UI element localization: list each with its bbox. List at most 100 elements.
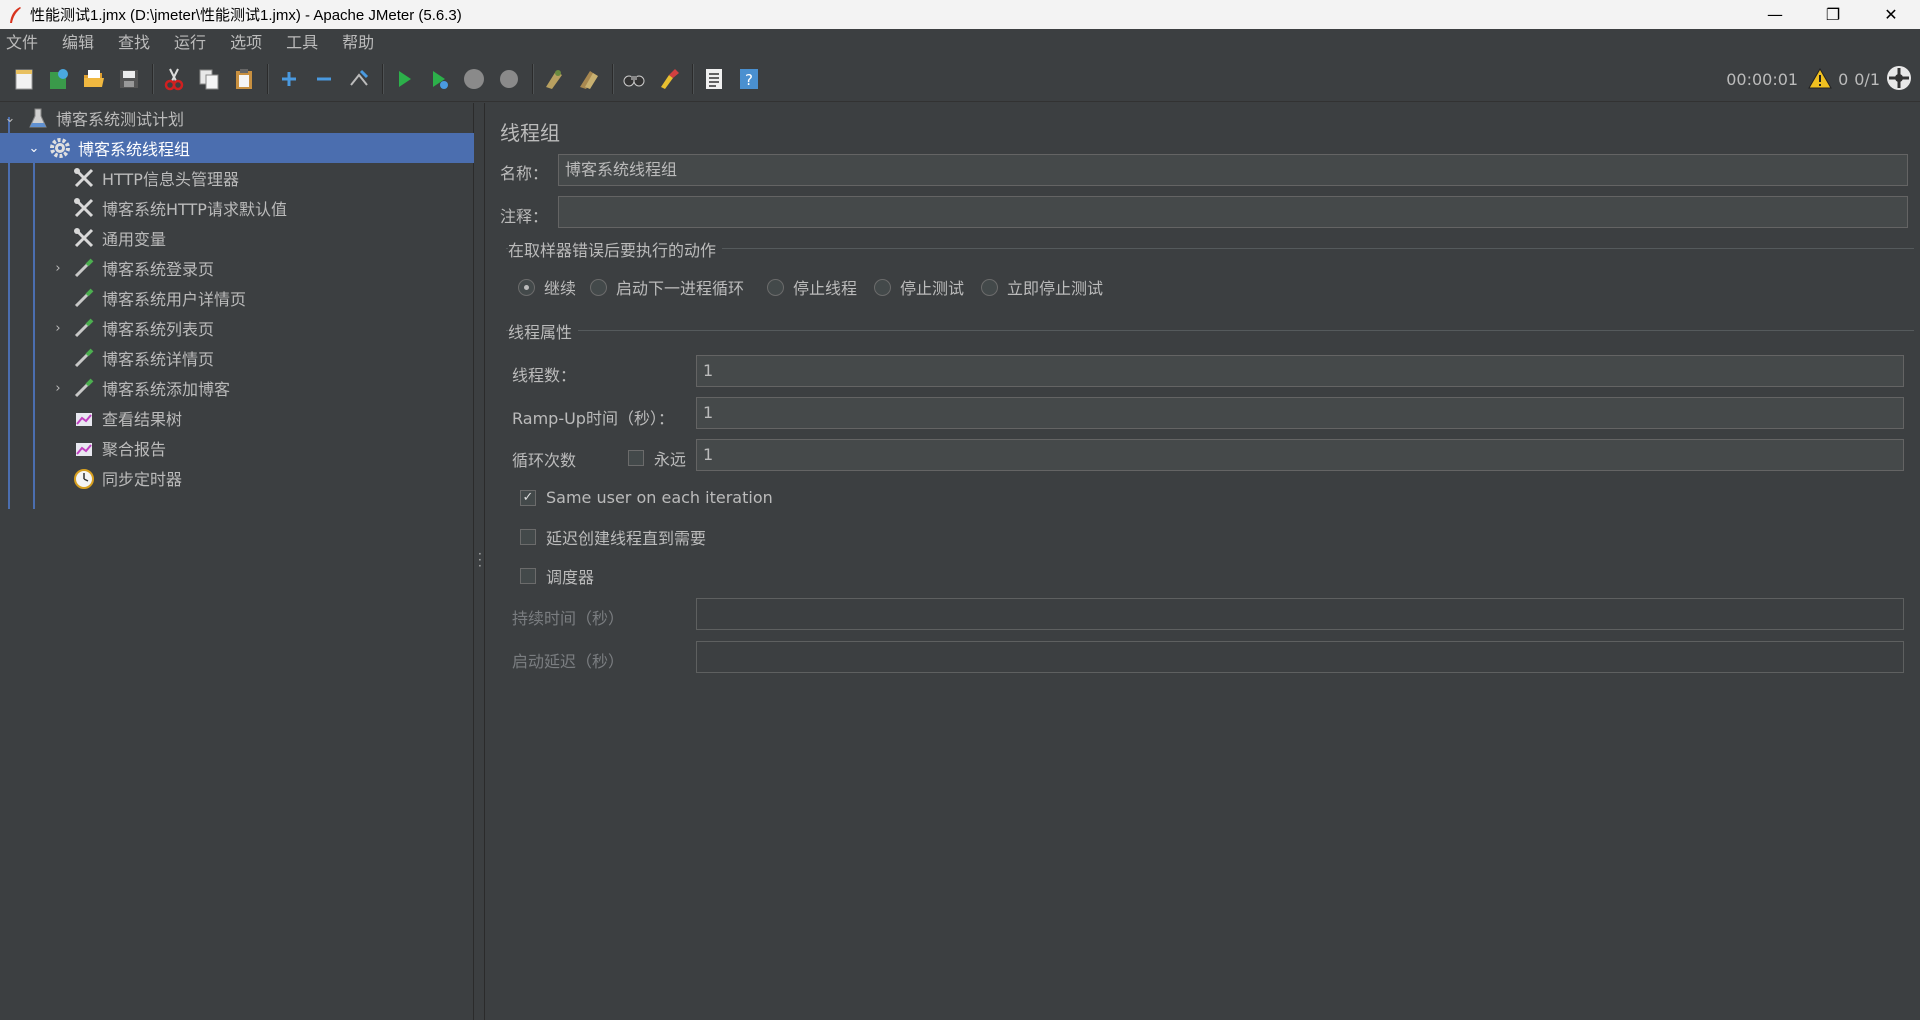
restore-button[interactable]: ❐: [1804, 0, 1862, 29]
chevron-right-icon[interactable]: ›: [50, 381, 66, 396]
rampup-input[interactable]: 1: [696, 397, 1904, 429]
help-icon[interactable]: ?: [733, 63, 765, 95]
gear-icon: [48, 136, 72, 160]
tree-item-user-variables[interactable]: 通用变量: [0, 223, 474, 253]
tree-item-login-page[interactable]: › 博客系统登录页: [0, 253, 474, 283]
chevron-right-icon[interactable]: ›: [50, 321, 66, 336]
radio-label: 继续: [544, 279, 577, 298]
menu-file[interactable]: 文件: [0, 29, 46, 57]
toggle-icon[interactable]: [343, 63, 375, 95]
menu-edit[interactable]: 编辑: [56, 29, 102, 57]
tree-item-user-detail-page[interactable]: 博客系统用户详情页: [0, 283, 474, 313]
tree-item-label: 博客系统HTTP请求默认值: [102, 200, 287, 219]
stop-icon[interactable]: [458, 63, 490, 95]
comment-input[interactable]: [558, 196, 1908, 228]
checkbox-label: 延迟创建线程直到需要: [546, 529, 707, 548]
tree-item-label: 博客系统详情页: [102, 350, 215, 369]
tree-item-http-defaults[interactable]: 博客系统HTTP请求默认值: [0, 193, 474, 223]
tree-item-label: 博客系统列表页: [102, 320, 215, 339]
chevron-down-icon[interactable]: ⌄: [26, 141, 42, 156]
tree-item-thread-group[interactable]: ⌄ 博客系统线程组: [0, 133, 474, 163]
pipette-icon: [72, 286, 96, 310]
warning-count: 0: [1838, 70, 1849, 89]
tree-item-aggregate-report[interactable]: 聚合报告: [0, 433, 474, 463]
thread-properties-section-title: 线程属性: [508, 319, 579, 343]
copy-icon[interactable]: [193, 63, 225, 95]
tree-item-result-tree[interactable]: 查看结果树: [0, 403, 474, 433]
radio-label: 停止测试: [900, 279, 965, 298]
cut-icon[interactable]: [158, 63, 190, 95]
delay-thread-creation-checkbox[interactable]: 延迟创建线程直到需要: [520, 525, 706, 549]
active-threads: 0/1: [1854, 70, 1880, 89]
tree-item-sync-timer[interactable]: 同步定时器: [0, 463, 474, 493]
clear-all-icon[interactable]: [573, 63, 605, 95]
open-icon[interactable]: [78, 63, 110, 95]
comment-label: 注释：: [500, 207, 549, 226]
search-icon[interactable]: [618, 63, 650, 95]
duration-label: 持续时间（秒）: [512, 609, 625, 628]
clear-icon[interactable]: [538, 63, 570, 95]
expand-all-icon[interactable]: [273, 63, 305, 95]
panel-splitter[interactable]: · · ·: [475, 103, 485, 1020]
wrench-icon: [72, 166, 96, 190]
radio-stop-test[interactable]: 停止测试: [874, 275, 964, 299]
tree-item-detail-page[interactable]: 博客系统详情页: [0, 343, 474, 373]
page-title: 线程组: [500, 121, 560, 145]
tree-item-label: 博客系统线程组: [78, 140, 191, 159]
pipette-icon: [72, 346, 96, 370]
radio-start-next-loop[interactable]: 启动下一进程循环: [590, 275, 744, 299]
new-icon[interactable]: [8, 63, 40, 95]
flask-icon: [26, 106, 50, 130]
chevron-down-icon[interactable]: ⌄: [2, 111, 18, 126]
menu-options[interactable]: 选项: [224, 29, 270, 57]
toolbar-separator: [382, 64, 384, 94]
collapse-all-icon[interactable]: [308, 63, 340, 95]
forever-checkbox[interactable]: 永远: [628, 446, 686, 470]
save-icon[interactable]: [113, 63, 145, 95]
name-input[interactable]: 博客系统线程组: [558, 154, 1908, 186]
splitter-grip-icon: · · ·: [478, 547, 482, 573]
tree-item-header-manager[interactable]: HTTP信息头管理器: [0, 163, 474, 193]
warning-icon[interactable]: [1808, 67, 1832, 93]
checkbox-label: 永远: [654, 450, 687, 469]
function-helper-icon[interactable]: [698, 63, 730, 95]
shutdown-icon[interactable]: [493, 63, 525, 95]
reset-search-icon[interactable]: [653, 63, 685, 95]
chevron-right-icon[interactable]: ›: [50, 261, 66, 276]
radio-label: 启动下一进程循环: [616, 279, 745, 298]
duration-input[interactable]: [696, 598, 1904, 630]
start-no-pauses-icon[interactable]: [423, 63, 455, 95]
same-user-checkbox[interactable]: ✓ Same user on each iteration: [520, 488, 773, 507]
menu-tools[interactable]: 工具: [280, 29, 326, 57]
radio-stop-thread[interactable]: 停止线程: [767, 275, 857, 299]
start-icon[interactable]: [388, 63, 420, 95]
tree-item-add-blog[interactable]: › 博客系统添加博客: [0, 373, 474, 403]
paste-icon[interactable]: [228, 63, 260, 95]
wrench-icon: [72, 196, 96, 220]
window-title: 性能测试1.jmx (D:\jmeter\性能测试1.jmx) - Apache…: [30, 7, 462, 24]
threads-input[interactable]: 1: [696, 355, 1904, 387]
tree-item-test-plan[interactable]: ⌄ 博客系统测试计划: [0, 103, 474, 133]
templates-icon[interactable]: [43, 63, 75, 95]
close-button[interactable]: ✕: [1862, 0, 1920, 29]
pipette-icon: [72, 316, 96, 340]
remote-engines-icon[interactable]: [1886, 65, 1912, 95]
scheduler-checkbox[interactable]: 调度器: [520, 564, 594, 588]
startup-delay-label: 启动延迟（秒）: [512, 652, 625, 671]
tree-item-list-page[interactable]: › 博客系统列表页: [0, 313, 474, 343]
timer-icon: [72, 466, 96, 490]
loop-count-input[interactable]: 1: [696, 439, 1904, 471]
radio-continue[interactable]: 继续: [518, 275, 576, 299]
menu-bar: 文件 编辑 查找 运行 选项 工具 帮助: [0, 29, 1920, 57]
elapsed-time: 00:00:01: [1726, 70, 1799, 89]
radio-dot: [590, 278, 607, 296]
minimize-button[interactable]: —: [1746, 0, 1804, 29]
wrench-icon: [72, 226, 96, 250]
menu-run[interactable]: 运行: [168, 29, 214, 57]
threads-label: 线程数：: [512, 366, 577, 385]
radio-stop-test-now[interactable]: 立即停止测试: [981, 275, 1103, 299]
menu-search[interactable]: 查找: [112, 29, 158, 57]
jmeter-feather-icon: [6, 6, 24, 24]
menu-help[interactable]: 帮助: [336, 29, 382, 57]
startup-delay-input[interactable]: [696, 641, 1904, 673]
